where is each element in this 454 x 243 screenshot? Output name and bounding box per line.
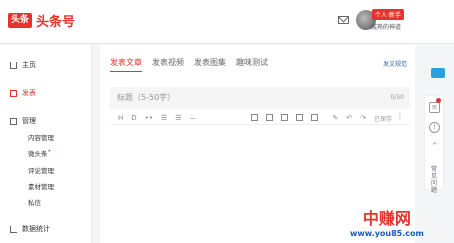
audio-icon[interactable] xyxy=(281,114,289,121)
quote-button[interactable]: •• xyxy=(145,114,153,122)
link-icon[interactable] xyxy=(311,114,319,121)
save-status: 已保存 xyxy=(373,116,392,123)
title-input[interactable]: 标题（5-50字） 0/50 xyxy=(110,87,410,109)
top-bar: 头条 头条号 个人·新手 成熟的神道 xyxy=(0,0,454,44)
tab-gallery[interactable]: 发表图集 xyxy=(194,57,226,72)
watermark-title: 中赚网 xyxy=(362,209,411,228)
format-painter-icon[interactable]: ✎ xyxy=(332,114,338,122)
sidebar-sub-label: 微头条 xyxy=(28,150,48,158)
username[interactable]: 成熟的神道 xyxy=(371,22,401,31)
chart-icon xyxy=(10,225,17,233)
sidebar-item-label: 管理 xyxy=(22,117,36,125)
faq-label[interactable]: 常见问题 xyxy=(431,166,439,194)
hr-button[interactable]: — xyxy=(189,114,196,122)
tab-article[interactable]: 发表文章 xyxy=(110,57,142,72)
sidebar-sub-comments[interactable]: 评论管理 xyxy=(28,165,54,175)
editor-toolbar: H D •• ☰ ☰ — ✎ ↶ ↷ 已保存 ⋮ xyxy=(110,111,410,125)
sidebar-sub-weitoutiao[interactable]: 微头条• xyxy=(28,148,51,158)
back-to-top-icon[interactable]: ^ xyxy=(429,142,440,153)
edit-icon xyxy=(10,89,17,97)
sidebar-item-home[interactable]: 主页 xyxy=(10,60,36,70)
tab-quiz[interactable]: 趣味测试 xyxy=(236,57,268,72)
manage-icon xyxy=(10,117,17,125)
video-icon[interactable] xyxy=(266,114,274,121)
tab-video[interactable]: 发表视频 xyxy=(152,57,184,72)
image-icon[interactable] xyxy=(251,114,259,121)
right-toolbar: ≡ ! ^ 常见问题 xyxy=(424,95,444,194)
heading-button[interactable]: H xyxy=(118,114,123,122)
sidebar-item-publish[interactable]: 发表 xyxy=(10,88,36,98)
unordered-list-button[interactable]: ☰ xyxy=(175,114,181,122)
guide-link[interactable]: 发文规范 xyxy=(383,59,407,68)
title-placeholder: 标题（5-50字） xyxy=(117,93,176,102)
sidebar-item-manage[interactable]: 管理 xyxy=(10,116,36,126)
logo-badge: 头条 xyxy=(8,13,33,28)
sidebar-item-label: 数据统计 xyxy=(22,225,50,233)
title-char-count: 0/50 xyxy=(390,94,404,101)
watermark: 中赚网 www.you85.com xyxy=(350,205,424,238)
publish-tabs: 发表文章 发表视频 发表图集 趣味测试 xyxy=(110,57,278,72)
vote-icon[interactable] xyxy=(296,114,304,121)
more-icon[interactable]: ⋮ xyxy=(396,112,404,121)
sidebar-sub-content[interactable]: 内容管理 xyxy=(28,132,54,142)
sidebar-sub-messages[interactable]: 私信 xyxy=(28,197,41,207)
sidebar-item-label: 主页 xyxy=(22,61,36,69)
draft-icon[interactable]: ≡ xyxy=(429,102,440,113)
ordered-list-button[interactable]: ☰ xyxy=(161,114,167,122)
sidebar-item-label: 发表 xyxy=(22,89,36,97)
home-icon xyxy=(10,61,17,69)
mail-icon[interactable] xyxy=(338,16,349,24)
redo-icon[interactable]: ↷ xyxy=(360,114,366,122)
divider-button[interactable]: D xyxy=(131,114,136,122)
notification-dot: • xyxy=(47,148,52,155)
sidebar-sub-materials[interactable]: 素材管理 xyxy=(28,181,54,191)
undo-icon[interactable]: ↶ xyxy=(346,114,352,122)
share-icon[interactable] xyxy=(431,68,445,78)
help-icon[interactable]: ! xyxy=(429,122,440,133)
sidebar: 主页 发表 管理 内容管理 微头条• 评论管理 素材管理 私信 数据统计 xyxy=(0,45,92,243)
watermark-url: www.you85.com xyxy=(350,229,424,238)
sidebar-item-data[interactable]: 数据统计 xyxy=(10,224,50,234)
logo[interactable]: 头条 头条号 xyxy=(8,11,75,30)
logo-text: 头条号 xyxy=(36,15,76,30)
notification-dot xyxy=(436,98,441,103)
account-level-badge: 个人·新手 xyxy=(372,9,404,20)
